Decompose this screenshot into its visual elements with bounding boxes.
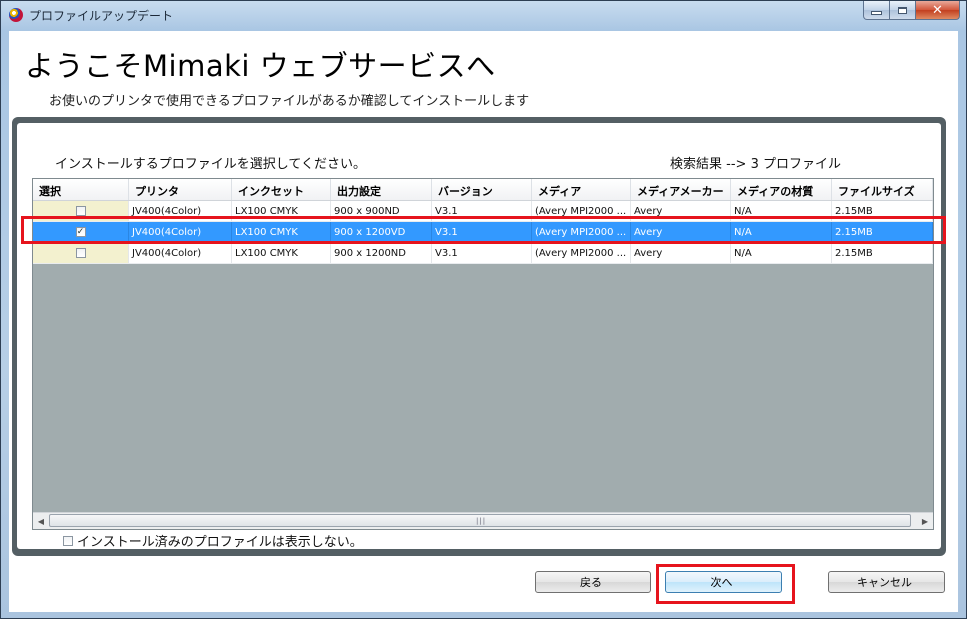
window-title: プロファイルアップデート	[29, 9, 174, 23]
cancel-button[interactable]: キャンセル	[828, 571, 945, 593]
table-header: 選択 プリンタ インクセット 出力設定 バージョン メディア メディアメーカー …	[33, 179, 933, 201]
column-header-media-maker[interactable]: メディアメーカー	[631, 179, 731, 200]
cell-inkset: LX100 CMYK	[232, 243, 331, 263]
profile-panel-inner: インストールするプロファイルを選択してください。 検索結果 --> 3 プロファ…	[17, 123, 941, 550]
table-row[interactable]: JV400(4Color) LX100 CMYK 900 x 1200ND V3…	[33, 243, 933, 264]
close-icon: ✕	[932, 2, 943, 18]
row-checkbox[interactable]	[75, 248, 86, 258]
cell-version: V3.1	[432, 243, 532, 263]
profile-update-window: プロファイルアップデート ✕ ようこそMimaki ウェブサービスへ お使いのプ…	[0, 0, 967, 619]
cell-output: 900 x 1200ND	[331, 243, 432, 263]
row-checkbox-cell	[33, 243, 129, 263]
profile-panel: インストールするプロファイルを選択してください。 検索結果 --> 3 プロファ…	[12, 117, 946, 556]
page-title: ようこそMimaki ウェブサービスへ	[25, 49, 496, 83]
minimize-icon	[871, 11, 882, 15]
cell-media: (Avery MPI2000 ...	[532, 243, 631, 263]
column-header-select[interactable]: 選択	[33, 179, 129, 200]
search-result-count: 検索結果 --> 3 プロファイル	[670, 157, 841, 172]
scrollbar-grip-icon: |||	[476, 517, 487, 525]
hide-installed-checkbox[interactable]	[63, 535, 73, 546]
column-header-media-material[interactable]: メディアの材質	[731, 179, 832, 200]
row-checkbox[interactable]	[75, 206, 86, 216]
close-button[interactable]: ✕	[916, 1, 960, 20]
cell-file-size: 2.15MB	[832, 243, 933, 263]
column-header-version[interactable]: バージョン	[432, 179, 532, 200]
cell-media-maker: Avery	[631, 243, 731, 263]
column-header-output[interactable]: 出力設定	[331, 179, 432, 200]
column-header-printer[interactable]: プリンタ	[129, 179, 232, 200]
select-prompt: インストールするプロファイルを選択してください。	[55, 157, 366, 172]
column-header-inkset[interactable]: インクセット	[232, 179, 331, 200]
horizontal-scrollbar[interactable]: ◀ ||| ▶	[33, 512, 933, 529]
page-subtitle: お使いのプリンタで使用できるプロファイルがあるか確認してインストールします	[49, 94, 530, 109]
scroll-left-icon[interactable]: ◀	[33, 513, 49, 529]
title-bar[interactable]: プロファイルアップデート ✕	[1, 1, 966, 31]
hide-installed-option[interactable]: インストール済みのプロファイルは表示しない。	[63, 531, 363, 550]
cell-media-material: N/A	[731, 243, 832, 263]
highlight-box-next-button	[656, 564, 795, 604]
scroll-right-icon[interactable]: ▶	[917, 513, 933, 529]
cell-printer: JV400(4Color)	[129, 243, 232, 263]
column-header-file-size[interactable]: ファイルサイズ	[832, 179, 933, 200]
app-icon	[9, 8, 23, 22]
scrollbar-thumb[interactable]: |||	[49, 514, 911, 527]
window-controls: ✕	[863, 1, 960, 20]
highlight-box-selected-row	[21, 216, 946, 244]
maximize-button[interactable]	[890, 1, 916, 20]
maximize-icon	[898, 6, 907, 14]
minimize-button[interactable]	[863, 1, 890, 20]
dialog-body: ようこそMimaki ウェブサービスへ お使いのプリンタで使用できるプロファイル…	[9, 31, 958, 612]
back-button[interactable]: 戻る	[535, 571, 651, 593]
hide-installed-label: インストール済みのプロファイルは表示しない。	[77, 535, 363, 550]
column-header-media[interactable]: メディア	[532, 179, 631, 200]
